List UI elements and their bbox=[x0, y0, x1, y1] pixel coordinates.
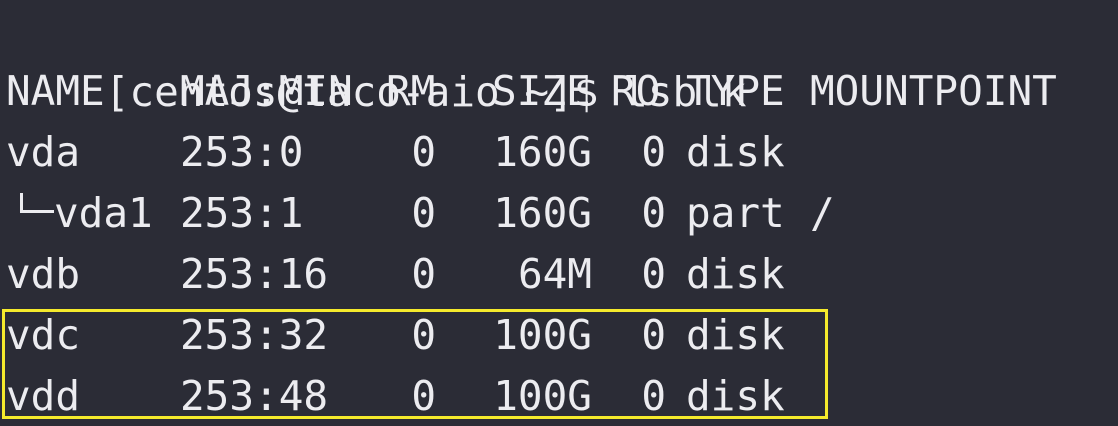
device-type: part bbox=[686, 189, 785, 237]
device-ro: 0 bbox=[641, 189, 666, 237]
header-majmin: MAJ:MIN bbox=[180, 67, 353, 115]
lsblk-header-row: NAME MAJ:MIN RM SIZE RO TYPE MOUNTPOINT bbox=[6, 61, 1057, 122]
device-name: vda1 bbox=[54, 189, 153, 237]
device-name: vdd bbox=[6, 372, 81, 420]
device-rm: 0 bbox=[411, 372, 436, 420]
device-rm: 0 bbox=[411, 311, 436, 359]
device-type: disk bbox=[686, 372, 785, 420]
device-name: vda bbox=[6, 128, 81, 176]
table-row: vdd 253:48 0 100G 0 disk bbox=[6, 366, 785, 426]
device-size: 64M bbox=[517, 250, 592, 298]
header-name: NAME bbox=[6, 67, 105, 115]
device-majmin: 253:48 bbox=[180, 372, 329, 420]
table-row: vda 253:0 0 160G 0 disk bbox=[6, 122, 785, 183]
table-row: vda1 253:1 0 160G 0 part / bbox=[6, 183, 835, 244]
device-size: 100G bbox=[493, 311, 592, 359]
table-row: vdb 253:16 0 64M 0 disk bbox=[6, 244, 785, 305]
device-size: 100G bbox=[493, 372, 592, 420]
terminal-window[interactable]: [centos@taco-aio ~]$ lsblk NAME MAJ:MIN … bbox=[0, 0, 1118, 426]
command-prompt-line: [centos@taco-aio ~]$ lsblk bbox=[6, 1, 747, 116]
device-name-cell: vda1 bbox=[6, 183, 153, 244]
device-majmin: 253:0 bbox=[180, 128, 304, 176]
device-majmin: 253:32 bbox=[180, 311, 329, 359]
header-ro: RO bbox=[611, 67, 661, 115]
device-name: vdc bbox=[6, 311, 81, 359]
device-ro: 0 bbox=[641, 250, 666, 298]
device-ro: 0 bbox=[641, 311, 666, 359]
device-type: disk bbox=[686, 128, 785, 176]
tree-branch-icon bbox=[6, 183, 54, 223]
header-type: TYPE bbox=[686, 67, 785, 115]
device-ro: 0 bbox=[641, 372, 666, 420]
device-type: disk bbox=[686, 250, 785, 298]
device-rm: 0 bbox=[411, 250, 436, 298]
device-majmin: 253:1 bbox=[180, 189, 304, 237]
device-mountpoint: / bbox=[810, 189, 835, 237]
header-mountpoint: MOUNTPOINT bbox=[810, 67, 1057, 115]
device-rm: 0 bbox=[411, 189, 436, 237]
device-size: 160G bbox=[493, 189, 592, 237]
device-majmin: 253:16 bbox=[180, 250, 329, 298]
device-rm: 0 bbox=[411, 128, 436, 176]
header-size: SIZE bbox=[492, 67, 591, 115]
device-name: vdb bbox=[6, 250, 81, 298]
device-ro: 0 bbox=[641, 128, 666, 176]
device-size: 160G bbox=[493, 128, 592, 176]
header-rm: RM bbox=[386, 67, 436, 115]
table-row: vdc 253:32 0 100G 0 disk bbox=[6, 305, 785, 366]
device-type: disk bbox=[686, 311, 785, 359]
